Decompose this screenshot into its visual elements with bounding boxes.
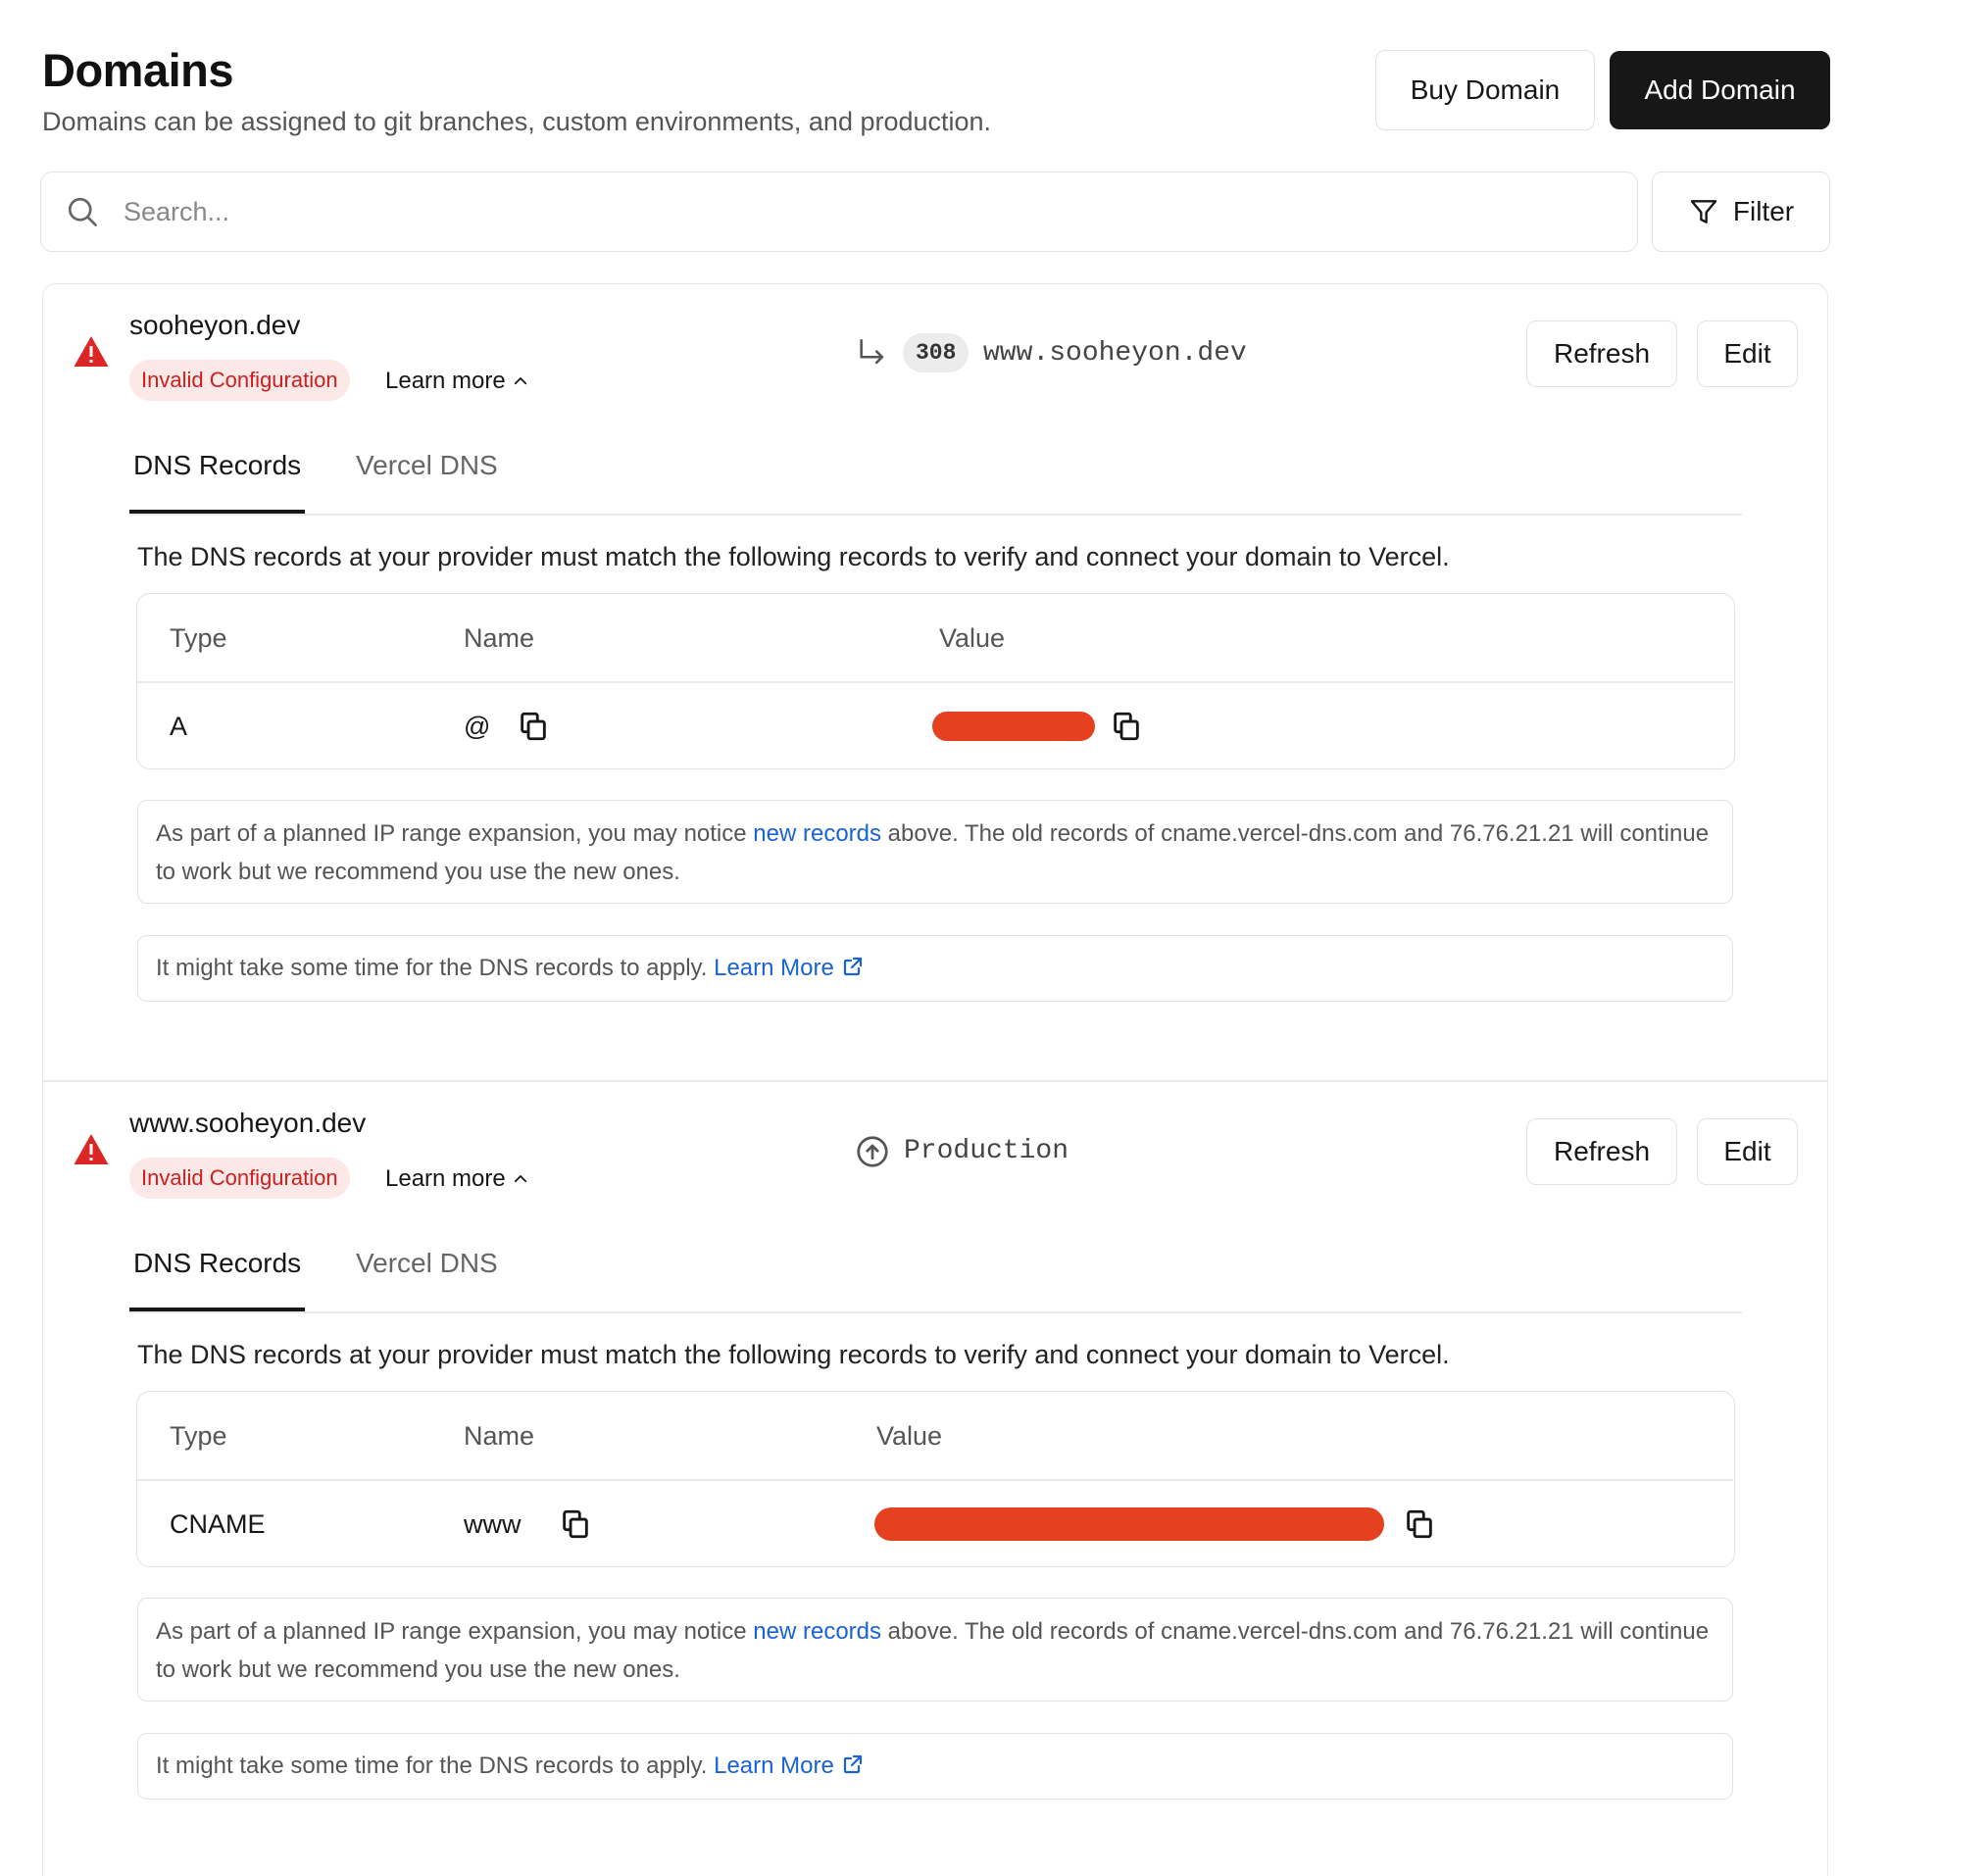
tab-dns-records[interactable]: DNS Records xyxy=(133,450,301,481)
tab-divider xyxy=(129,1311,1742,1313)
refresh-button[interactable]: Refresh xyxy=(1526,1118,1677,1185)
domain-name[interactable]: www.sooheyon.dev xyxy=(129,1108,366,1139)
redirect-status-code: 308 xyxy=(903,333,969,372)
copy-icon[interactable] xyxy=(517,710,550,743)
warning-triangle-icon xyxy=(73,334,110,370)
redaction-mark xyxy=(932,712,1095,741)
filter-button[interactable]: Filter xyxy=(1652,172,1830,252)
notice-text: As part of a planned IP range expansion,… xyxy=(156,1618,754,1645)
domain-name[interactable]: sooheyon.dev xyxy=(129,310,300,341)
column-header-name: Name xyxy=(464,1421,535,1451)
page-title: Domains xyxy=(42,44,234,96)
column-header-value: Value xyxy=(876,1421,943,1451)
filter-icon xyxy=(1688,196,1719,227)
filter-label: Filter xyxy=(1732,196,1795,226)
tab-vercel-dns[interactable]: Vercel DNS xyxy=(356,450,498,481)
new-records-link[interactable]: new records xyxy=(753,820,881,847)
propagation-notice: It might take some time for the DNS reco… xyxy=(137,935,1733,1002)
ip-expansion-notice: As part of a planned IP range expansion,… xyxy=(137,800,1733,904)
search-bar xyxy=(40,172,1638,252)
notice-text: It might take some time for the DNS reco… xyxy=(156,955,715,981)
buy-domain-button[interactable]: Buy Domain xyxy=(1375,50,1595,130)
chevron-up-icon xyxy=(512,372,529,390)
dns-records-table: Type Name Value CNAME www xyxy=(136,1391,1735,1567)
table-header-divider xyxy=(137,681,1733,683)
notice-text: It might take some time for the DNS reco… xyxy=(156,1753,715,1779)
learn-more-link-label: Learn More xyxy=(714,955,834,981)
copy-icon[interactable] xyxy=(1403,1507,1436,1541)
environment-label: Production xyxy=(904,1136,1069,1166)
copy-icon[interactable] xyxy=(1110,710,1143,743)
domain-divider xyxy=(43,1080,1827,1082)
copy-icon[interactable] xyxy=(559,1507,592,1541)
add-domain-button[interactable]: Add Domain xyxy=(1610,51,1830,129)
active-tab-indicator xyxy=(129,1308,305,1311)
learn-more-link-label: Learn More xyxy=(714,1753,834,1779)
column-header-value: Value xyxy=(939,623,1006,653)
record-name: www xyxy=(464,1509,522,1539)
redirect-target[interactable]: www.sooheyon.dev xyxy=(983,338,1247,369)
dns-description: The DNS records at your provider must ma… xyxy=(137,542,1450,571)
redirect-arrow-icon xyxy=(856,336,889,370)
learn-more-toggle[interactable]: Learn more xyxy=(385,1165,529,1193)
new-records-link[interactable]: new records xyxy=(753,1618,881,1645)
arrow-up-circle-icon xyxy=(855,1134,890,1169)
active-tab-indicator xyxy=(129,510,305,514)
column-header-name: Name xyxy=(464,623,535,653)
refresh-button[interactable]: Refresh xyxy=(1526,321,1677,387)
page-subtitle: Domains can be assigned to git branches,… xyxy=(42,107,992,136)
column-header-type: Type xyxy=(170,1421,227,1451)
record-type: A xyxy=(170,712,188,741)
column-header-type: Type xyxy=(170,623,227,653)
tab-dns-records[interactable]: DNS Records xyxy=(133,1248,301,1279)
record-name: @ xyxy=(464,712,491,741)
external-link-icon xyxy=(841,955,865,978)
external-link-icon xyxy=(841,1753,865,1776)
edit-button[interactable]: Edit xyxy=(1697,1118,1798,1185)
tab-divider xyxy=(129,514,1742,516)
learn-more-label: Learn more xyxy=(385,368,506,394)
dns-description: The DNS records at your provider must ma… xyxy=(137,1340,1450,1369)
tab-vercel-dns[interactable]: Vercel DNS xyxy=(356,1248,498,1279)
learn-more-link[interactable]: Learn More xyxy=(714,1753,864,1779)
redaction-mark xyxy=(874,1507,1384,1541)
propagation-notice: It might take some time for the DNS reco… xyxy=(137,1733,1733,1800)
chevron-up-icon xyxy=(512,1170,529,1188)
warning-triangle-icon xyxy=(73,1132,110,1167)
edit-button[interactable]: Edit xyxy=(1697,321,1798,387)
dns-records-table: Type Name Value A @ xyxy=(136,593,1735,769)
learn-more-label: Learn more xyxy=(385,1165,506,1192)
learn-more-link[interactable]: Learn More xyxy=(714,955,864,981)
learn-more-toggle[interactable]: Learn more xyxy=(385,368,529,395)
record-type: CNAME xyxy=(170,1509,266,1539)
ip-expansion-notice: As part of a planned IP range expansion,… xyxy=(137,1598,1733,1702)
status-badge: Invalid Configuration xyxy=(129,360,350,401)
table-header-divider xyxy=(137,1479,1733,1481)
search-icon xyxy=(65,194,100,229)
search-input[interactable] xyxy=(124,196,1545,227)
status-badge: Invalid Configuration xyxy=(129,1158,350,1199)
notice-text: As part of a planned IP range expansion,… xyxy=(156,820,754,847)
